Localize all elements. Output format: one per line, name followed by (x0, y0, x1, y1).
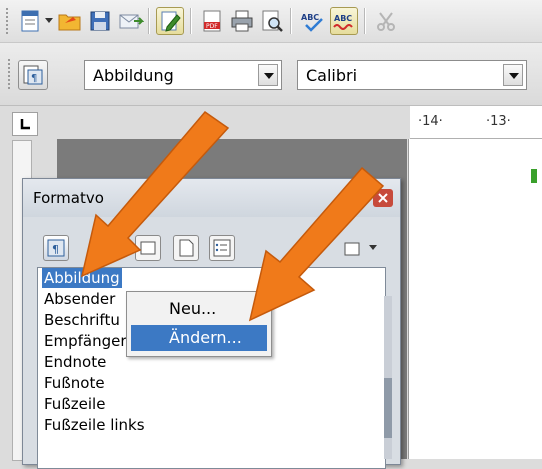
arrow-to-modify-item-icon (248, 166, 385, 322)
annotation-arrows (80, 110, 385, 322)
arrow-to-style-list-icon (80, 110, 230, 278)
